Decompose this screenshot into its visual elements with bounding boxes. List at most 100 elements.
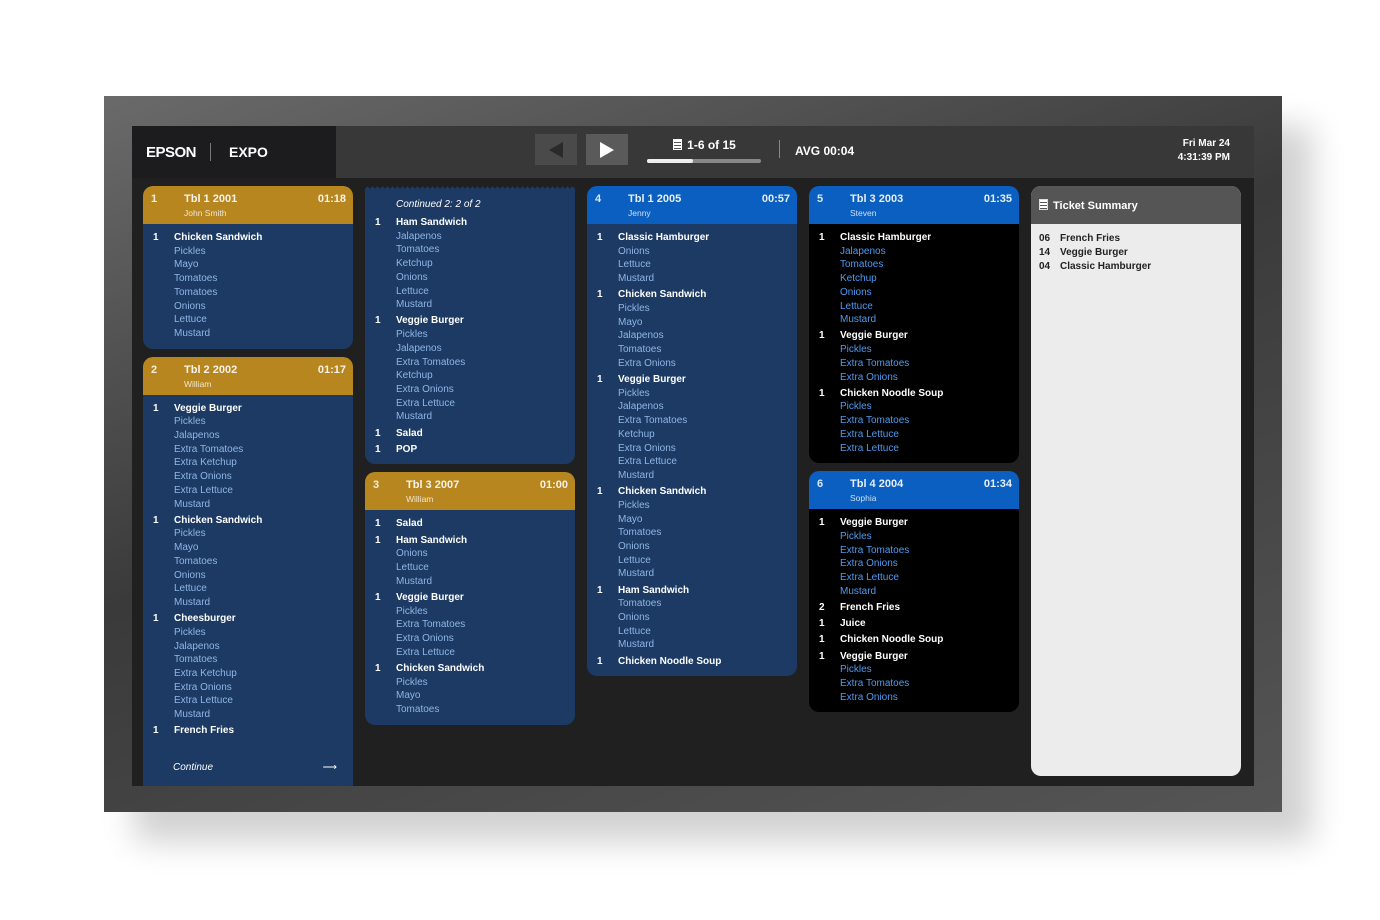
ticket-header[interactable]: 3 Tbl 3 2007 William 01:00 <box>365 472 575 511</box>
summary-header: Ticket Summary <box>1031 186 1241 224</box>
ticket-body: 1 Veggie Burger Pickles Extra Tomatoes Extra… <box>809 509 1019 713</box>
item-quantity: 1 <box>375 518 381 530</box>
ticket-body: 1 Veggie Burger Pickles Jalapenos Extra Toma… <box>143 394 353 786</box>
item-name: Chicken Sandwich <box>396 662 485 674</box>
page-progress-fill <box>647 159 693 163</box>
item-name: Veggie Burger <box>840 650 908 662</box>
ticket-header[interactable]: 6 Tbl 4 2004 Sophia 01:34 <box>809 471 1019 510</box>
item-quantity: 1 <box>597 232 603 243</box>
date: Fri Mar 24 <box>1182 138 1230 149</box>
ticket-column: Continued 2: 2 of 2 1 Ham Sandwich Jalapeno… <box>365 186 575 733</box>
item-modifier: Lettuce <box>840 300 873 312</box>
ticket-body: Continued 2: 2 of 2 1 Ham Sandwich Jalapeno… <box>365 186 575 465</box>
ticket-card[interactable]: 1 Tbl 1 2001 John Smith 01:18 1 Chicken Sandw… <box>143 186 353 349</box>
item-modifier: Mayo <box>618 316 643 328</box>
item-quantity: 1 <box>597 486 603 498</box>
item-modifier: Extra Onions <box>174 471 232 483</box>
item-modifier: Mustard <box>174 596 211 608</box>
summary-item-name: French Fries <box>1060 233 1121 244</box>
order-item: 1 Veggie Burger <box>809 329 1019 343</box>
table-label: Tbl 3 2003 <box>850 193 904 205</box>
order-item: 1 Chicken Noodle Soup <box>809 387 1019 401</box>
item-quantity: 1 <box>375 315 381 327</box>
time: 4:31:39 PM <box>1177 152 1230 163</box>
item-modifier: Extra Onions <box>618 357 676 369</box>
ticket-body: 1 Classic Hamburger Jalapenos Tomatoes Ketch… <box>809 224 1019 464</box>
item-modifier: Onions <box>396 548 428 560</box>
item-modifier: Mayo <box>174 542 199 554</box>
item-modifier: Tomatoes <box>174 555 218 567</box>
ticket-card[interactable]: 4 Tbl 1 2005 Jenny 00:57 1 Classic Hamburger O… <box>587 186 797 677</box>
brand-logo: EPSON <box>146 144 197 161</box>
order-item: 1 Chicken Sandwich <box>587 288 797 302</box>
item-name: Veggie Burger <box>618 374 686 386</box>
item-name: Chicken Sandwich <box>618 289 707 301</box>
divider <box>779 140 780 158</box>
ticket-header[interactable]: 1 Tbl 1 2001 John Smith 01:18 <box>143 186 353 224</box>
item-modifier: Pickles <box>840 344 872 356</box>
item-name: Ham Sandwich <box>618 584 690 596</box>
order-item: 1 POP <box>365 443 575 457</box>
order-item: 1 Ham Sandwich <box>365 216 575 230</box>
order-item: 1 Veggie Burger <box>809 516 1019 530</box>
item-modifier: Extra Onions <box>174 681 232 693</box>
order-item: 1 Ham Sandwich <box>587 584 797 598</box>
ticket-card[interactable]: Continued 2: 2 of 2 1 Ham Sandwich Jalapeno… <box>365 186 575 465</box>
app-title: EXPO <box>229 144 268 160</box>
ticket-header[interactable]: 2 Tbl 2 2002 William 01:17 <box>143 356 353 395</box>
item-quantity: 1 <box>597 289 603 301</box>
average-time: AVG 00:04 <box>795 144 855 158</box>
item-modifier: Extra Onions <box>396 633 454 645</box>
item-modifier: Extra Tomatoes <box>840 415 910 427</box>
item-quantity: 1 <box>597 374 603 386</box>
item-modifier: Extra Tomatoes <box>840 544 910 556</box>
item-name: Veggie Burger <box>840 517 908 529</box>
order-item: 1 Salad <box>365 427 575 441</box>
item-modifier: Ketchup <box>618 428 655 440</box>
item-modifier: Jalapenos <box>174 430 220 442</box>
server-name: Sophia <box>850 493 877 504</box>
ticket-card[interactable]: 6 Tbl 4 2004 Sophia 01:34 1 Veggie Burger Pick… <box>809 471 1019 713</box>
ticket-number: 5 <box>817 193 824 205</box>
item-modifier: Pickles <box>618 499 650 511</box>
item-modifier: Extra Lettuce <box>840 572 899 584</box>
item-name: Veggie Burger <box>396 315 464 327</box>
elapsed-time: 01:00 <box>539 479 568 492</box>
previous-page-button[interactable] <box>535 134 577 165</box>
ticket-number: 3 <box>373 479 380 492</box>
continued-label: Continued 2: 2 of 2 <box>396 199 481 210</box>
item-quantity: 1 <box>375 443 381 455</box>
table-label: Tbl 4 2004 <box>850 478 904 491</box>
item-modifier: Mustard <box>174 498 211 510</box>
item-name: Chicken Noodle Soup <box>840 634 944 646</box>
item-modifier: Jalapenos <box>396 230 442 242</box>
order-item: 1 Chicken Sandwich <box>143 231 353 245</box>
item-modifier: Jalapenos <box>396 342 442 354</box>
item-modifier: Tomatoes <box>618 527 662 539</box>
item-quantity: 1 <box>819 330 825 342</box>
order-item: 2 French Fries <box>809 601 1019 615</box>
item-quantity: 1 <box>819 387 825 399</box>
item-modifier: Pickles <box>174 626 206 638</box>
table-label: Tbl 1 2005 <box>628 193 682 205</box>
ticket-header[interactable]: 5 Tbl 3 2003 Steven 01:35 <box>809 186 1019 224</box>
ticket-card[interactable]: 5 Tbl 3 2003 Steven 01:35 1 Classic Hamburger… <box>809 186 1019 464</box>
item-modifier: Mustard <box>618 273 655 285</box>
item-modifier: Pickles <box>396 605 428 617</box>
item-quantity: 1 <box>597 655 603 667</box>
item-name: Cheesburger <box>174 613 236 625</box>
item-modifier: Jalapenos <box>840 245 886 257</box>
ticket-header[interactable]: 4 Tbl 1 2005 Jenny 00:57 <box>587 186 797 224</box>
continue-footer[interactable]: Continue ⟶ <box>143 738 353 785</box>
next-page-button[interactable] <box>586 134 628 165</box>
ticket-column: 4 Tbl 1 2005 Jenny 00:57 1 Classic Hamburger O… <box>587 186 797 684</box>
item-modifier: Pickles <box>840 401 872 413</box>
item-modifier: Pickles <box>174 528 206 540</box>
item-modifier: Onions <box>174 300 206 312</box>
summary-row: 06 French Fries <box>1039 232 1241 246</box>
ticket-card[interactable]: 3 Tbl 3 2007 William 01:00 1 Salad 1 Ham Sandwi… <box>365 472 575 725</box>
item-modifier: Extra Lettuce <box>174 484 233 496</box>
divider <box>210 143 211 161</box>
ticket-card[interactable]: 2 Tbl 2 2002 William 01:17 1 Veggie Burger Pic… <box>143 356 353 786</box>
item-name: Classic Hamburger <box>618 232 710 243</box>
